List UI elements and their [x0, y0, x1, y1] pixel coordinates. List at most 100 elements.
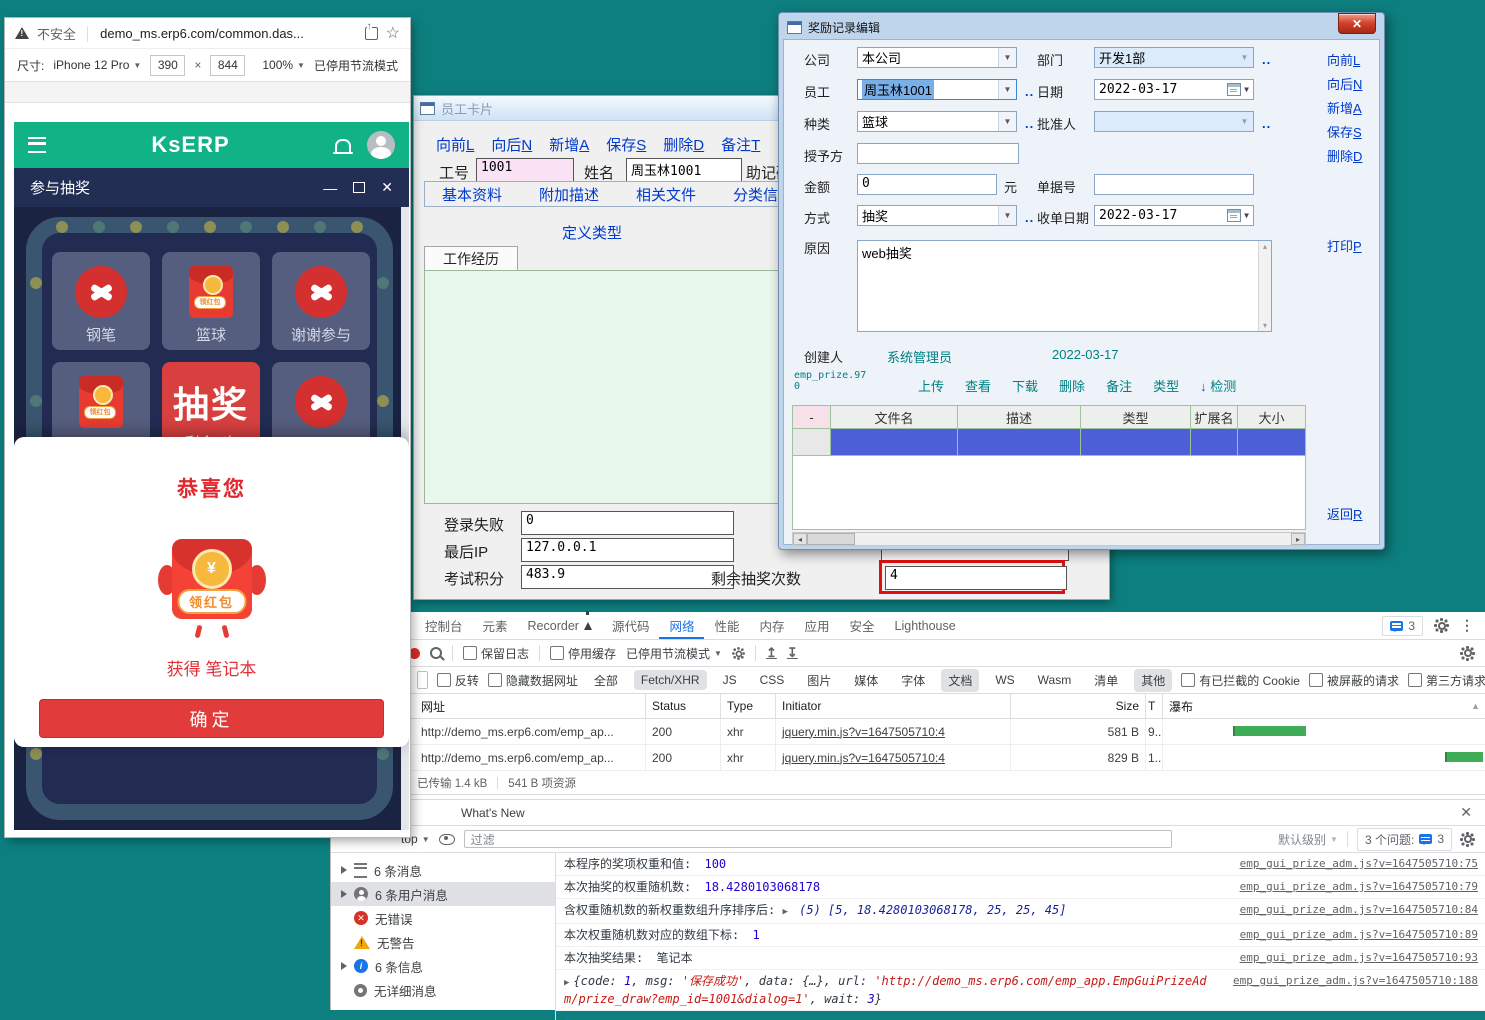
preserve-log-checkbox[interactable]: 保留日志: [463, 645, 529, 662]
upload-button[interactable]: 上传: [918, 376, 944, 395]
request-initiator[interactable]: jquery.min.js?v=1647505710:4: [776, 745, 1011, 770]
receipt-date-input[interactable]: 2022-03-17▼: [1094, 205, 1254, 226]
file-row-selected[interactable]: [793, 429, 1305, 456]
close-button[interactable]: ✕: [1338, 13, 1376, 34]
filter-type-manifest[interactable]: 清单: [1087, 669, 1125, 692]
minimize-icon[interactable]: —: [323, 180, 337, 196]
delete-button[interactable]: 删除D: [663, 134, 704, 155]
tab-application[interactable]: 应用: [795, 612, 840, 639]
console-message[interactable]: emp_gui_prize_adm.js?v=1647505710:89 本次权…: [556, 924, 1485, 947]
tab-console[interactable]: 控制台: [415, 612, 473, 639]
request-url[interactable]: http://demo_ms.erp6.com/emp_ap...: [413, 719, 646, 744]
export-har-icon[interactable]: ↧: [787, 645, 798, 661]
col-time[interactable]: T: [1146, 694, 1163, 718]
col-initiator[interactable]: Initiator: [776, 694, 1011, 718]
method-select[interactable]: 抽奖▼: [857, 205, 1017, 226]
company-select[interactable]: 本公司▼: [857, 47, 1017, 68]
source-link[interactable]: emp_gui_prize_adm.js?v=1647505710:188: [1233, 973, 1478, 989]
expand-icon[interactable]: ▶: [564, 978, 569, 988]
import-har-icon[interactable]: ↥: [766, 645, 777, 661]
filter-type-ws[interactable]: WS: [988, 670, 1021, 690]
delete-file-button[interactable]: 删除: [1059, 376, 1085, 395]
col-type[interactable]: 类型: [1081, 406, 1191, 428]
sidebar-user-messages[interactable]: 6 条用户消息: [331, 882, 555, 906]
sidebar-verbose[interactable]: 无详细消息: [331, 978, 555, 1002]
live-expression-eye-icon[interactable]: [439, 834, 455, 845]
tab-sources[interactable]: 源代码: [602, 612, 660, 639]
col-url[interactable]: 网址: [413, 694, 646, 718]
initiator-link[interactable]: jquery.min.js?v=1647505710:4: [782, 725, 945, 739]
source-link[interactable]: emp_gui_prize_adm.js?v=1647505710:79: [1240, 879, 1478, 895]
tab-elements[interactable]: 元素: [473, 612, 518, 639]
exam-score-input[interactable]: 483.9: [521, 565, 734, 589]
approver-select[interactable]: ▼: [1094, 111, 1254, 132]
maximize-icon[interactable]: [353, 182, 365, 193]
log-levels-select[interactable]: 默认级别▼: [1278, 831, 1338, 848]
filter-type-other[interactable]: 其他: [1134, 669, 1172, 692]
calendar-icon[interactable]: [1227, 83, 1241, 96]
col-waterfall[interactable]: 瀑布▲: [1163, 694, 1485, 718]
name-input[interactable]: 周玉林1001: [626, 158, 742, 182]
chevron-down-icon[interactable]: ▼: [998, 48, 1016, 67]
scrollbar[interactable]: ▴▾: [1258, 241, 1271, 331]
view-button[interactable]: 查看: [965, 376, 991, 395]
chevron-down-icon[interactable]: ▼: [998, 80, 1016, 99]
source-link[interactable]: emp_gui_prize_adm.js?v=1647505710:75: [1240, 856, 1478, 872]
prev-button[interactable]: 向前L: [1327, 50, 1360, 69]
console-issues-badge[interactable]: 3 个问题:3: [1357, 828, 1452, 851]
emp-no-input[interactable]: 1001: [476, 158, 574, 182]
tab-security[interactable]: 安全: [840, 612, 885, 639]
prev-button[interactable]: 向前L: [436, 134, 474, 155]
console-message[interactable]: emp_gui_prize_adm.js?v=1647505710:84 含权重…: [556, 899, 1485, 924]
request-initiator[interactable]: jquery.min.js?v=1647505710:4: [776, 719, 1011, 744]
save-button[interactable]: 保存S: [1327, 122, 1362, 141]
throttling-select[interactable]: 已停用节流模式▼: [626, 645, 722, 662]
scroll-left-icon[interactable]: ◂: [793, 533, 807, 545]
tab-recorder[interactable]: Recorder: [518, 612, 602, 639]
source-link[interactable]: emp_gui_prize_adm.js?v=1647505710:93: [1240, 950, 1478, 966]
scroll-right-icon[interactable]: ▸: [1291, 533, 1305, 545]
settings-gear-icon[interactable]: [1435, 619, 1448, 632]
filter-type-font[interactable]: 字体: [894, 669, 932, 692]
col-size[interactable]: Size: [1011, 694, 1146, 718]
bookmark-star-icon[interactable]: ☆: [386, 23, 400, 43]
calendar-icon[interactable]: [1227, 209, 1241, 222]
chevron-down-icon[interactable]: ▼: [1236, 48, 1253, 67]
request-url[interactable]: http://demo_ms.erp6.com/emp_ap...: [413, 745, 646, 770]
sidebar-warnings[interactable]: 无警告: [331, 930, 555, 954]
source-link[interactable]: emp_gui_prize_adm.js?v=1647505710:89: [1240, 927, 1478, 943]
scroll-thumb[interactable]: [807, 533, 855, 545]
viewport-width-input[interactable]: 390: [150, 55, 185, 76]
viewport-height-input[interactable]: 844: [210, 55, 245, 76]
tab-related-files[interactable]: 相关文件: [636, 184, 696, 205]
console-settings-gear-icon[interactable]: [1461, 833, 1474, 846]
confirm-button[interactable]: 确定: [39, 699, 384, 738]
grantor-input[interactable]: [857, 143, 1019, 164]
delete-button[interactable]: 删除D: [1327, 146, 1362, 165]
col-filename[interactable]: 文件名: [831, 406, 958, 428]
blocked-requests-checkbox[interactable]: 被屏蔽的请求: [1309, 672, 1399, 689]
filter-type-all[interactable]: 全部: [587, 669, 625, 692]
console-prompt[interactable]: ›: [556, 1011, 1485, 1020]
chevron-down-icon[interactable]: ▼: [998, 206, 1016, 225]
col-ext[interactable]: 扩展名: [1191, 406, 1238, 428]
zoom-select[interactable]: 100%▼: [262, 58, 305, 72]
sidebar-info[interactable]: i6 条信息: [331, 954, 555, 978]
col-status[interactable]: Status: [646, 694, 721, 718]
network-row[interactable]: http://demo_ms.erp6.com/emp_ap... 200 xh…: [331, 719, 1485, 745]
tab-performance[interactable]: 性能: [704, 612, 749, 639]
close-icon[interactable]: ✕: [1460, 804, 1472, 821]
console-message[interactable]: emp_gui_prize_adm.js?v=1647505710:79 本次抽…: [556, 876, 1485, 899]
next-button[interactable]: 向后N: [491, 134, 532, 155]
type-button[interactable]: 类型: [1153, 376, 1179, 395]
chevron-down-icon[interactable]: ▼: [1236, 112, 1253, 131]
method-more-button[interactable]: ..: [1025, 210, 1034, 225]
avatar[interactable]: [367, 131, 395, 159]
invert-checkbox[interactable]: 反转: [437, 672, 479, 689]
tab-work-history[interactable]: 工作经历: [424, 246, 518, 271]
disable-cache-checkbox[interactable]: 停用缓存: [550, 645, 616, 662]
initiator-link[interactable]: jquery.min.js?v=1647505710:4: [782, 751, 945, 765]
horizontal-scrollbar[interactable]: ◂ ▸: [792, 532, 1306, 546]
chevron-down-icon[interactable]: ▼: [998, 112, 1016, 131]
last-ip-input[interactable]: 127.0.0.1: [521, 538, 734, 562]
